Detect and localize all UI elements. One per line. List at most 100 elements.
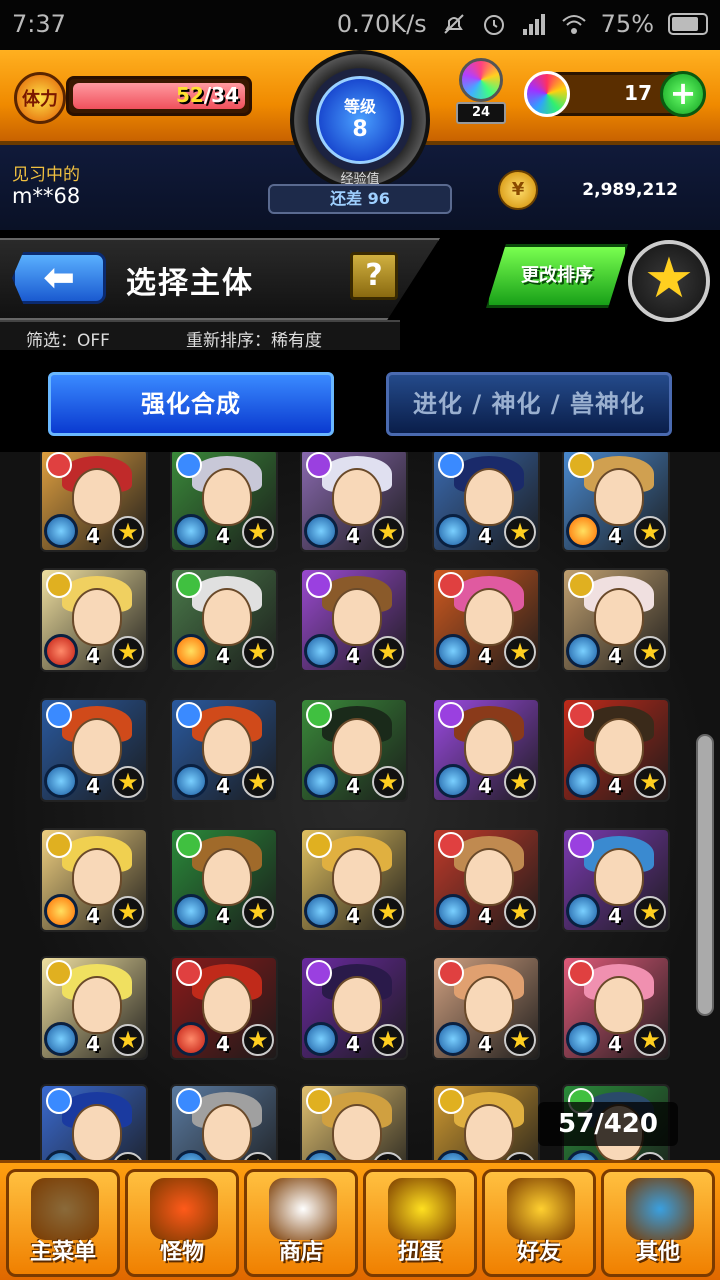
- rarity-number: 4: [86, 644, 100, 668]
- monster-card[interactable]: 4★: [300, 698, 408, 802]
- rarity-number: 4: [346, 1032, 360, 1056]
- rarity-number: 4: [478, 524, 492, 548]
- monster-card[interactable]: 4★: [300, 452, 408, 552]
- balloons-icon: [507, 1178, 575, 1240]
- monster-card[interactable]: 4★: [432, 452, 540, 552]
- stamina-text: 52/34: [69, 83, 239, 107]
- monster-card[interactable]: 4★: [562, 452, 670, 552]
- nav-item[interactable]: 好友: [482, 1169, 596, 1277]
- monster-card[interactable]: 4★: [432, 698, 540, 802]
- rarity-number: 4: [346, 524, 360, 548]
- rarity-number: 4: [478, 904, 492, 928]
- add-orb-button[interactable]: +: [660, 71, 706, 117]
- rarity-number: 4: [216, 524, 230, 548]
- monster-card[interactable]: 4★: [170, 828, 278, 932]
- monster-card[interactable]: 4★: [170, 956, 278, 1060]
- monster-face: [594, 468, 644, 526]
- monster-face: [464, 468, 514, 526]
- rarity-number: 4: [608, 774, 622, 798]
- monster-face: [332, 1104, 382, 1160]
- monster-face: [202, 468, 252, 526]
- element-icon: [46, 832, 72, 858]
- alarm-icon: [481, 11, 507, 37]
- star-icon: ★: [504, 896, 536, 928]
- status-bar: 7:37 0.70K/s 75%: [0, 0, 720, 50]
- sort-status[interactable]: 重新排序：稀有度: [186, 326, 322, 351]
- monster-card[interactable]: 4★: [432, 568, 540, 672]
- type-icon: [304, 894, 338, 928]
- element-icon: [306, 960, 332, 986]
- monster-face: [332, 468, 382, 526]
- monster-card[interactable]: 4★: [432, 1084, 540, 1160]
- change-sort-button[interactable]: 更改排序: [486, 244, 628, 308]
- rarity-number: 4: [216, 644, 230, 668]
- star-icon: ★: [112, 896, 144, 928]
- monster-face: [72, 1104, 122, 1160]
- nav-item[interactable]: 主菜单: [6, 1169, 120, 1277]
- star-icon: ★: [372, 636, 404, 668]
- status-time: 7:37: [12, 10, 66, 38]
- monster-face: [332, 588, 382, 646]
- scrollbar-thumb[interactable]: [696, 734, 714, 1016]
- nav-item[interactable]: 商店: [244, 1169, 358, 1277]
- element-icon: [438, 960, 464, 986]
- filter-bar: 筛选：OFF 重新排序：稀有度: [0, 320, 400, 351]
- monster-card[interactable]: 4★: [432, 956, 540, 1060]
- monster-card[interactable]: 4★: [40, 568, 148, 672]
- crystal-count: 24: [456, 102, 506, 124]
- favorite-button[interactable]: ★: [628, 240, 710, 322]
- monster-card[interactable]: 4★: [40, 452, 148, 552]
- question-icon: [626, 1178, 694, 1240]
- fusion-mode-button[interactable]: 强化合成: [48, 372, 334, 436]
- filter-toggle[interactable]: 筛选：OFF: [26, 326, 110, 351]
- rainbow-orb-icon: [269, 1178, 337, 1240]
- monster-card[interactable]: 4★: [562, 568, 670, 672]
- nav-label: 怪物: [159, 1240, 204, 1265]
- monster-face: [72, 976, 122, 1034]
- type-icon: [436, 514, 470, 548]
- type-icon: [174, 764, 208, 798]
- monster-card[interactable]: 4★: [170, 568, 278, 672]
- help-button[interactable]: ?: [350, 252, 398, 300]
- crystal-counter[interactable]: 24: [454, 58, 508, 126]
- monster-face: [202, 976, 252, 1034]
- monster-card[interactable]: 4★: [40, 698, 148, 802]
- monster-card[interactable]: 4★: [562, 828, 670, 932]
- nav-item[interactable]: 怪物: [125, 1169, 239, 1277]
- monster-card[interactable]: 4★: [170, 1084, 278, 1160]
- star-icon: ★: [242, 1024, 274, 1056]
- monster-card[interactable]: 4★: [562, 956, 670, 1060]
- monster-card[interactable]: 4★: [40, 956, 148, 1060]
- monster-card[interactable]: 4★: [40, 1084, 148, 1160]
- nav-item[interactable]: 其他: [601, 1169, 715, 1277]
- monster-face: [464, 848, 514, 906]
- monster-card[interactable]: 4★: [170, 452, 278, 552]
- evolve-mode-button[interactable]: 进化 / 神化 / 兽神化: [386, 372, 672, 436]
- nav-label: 主菜单: [29, 1240, 96, 1265]
- nav-label: 好友: [516, 1240, 561, 1265]
- rarity-number: 4: [346, 904, 360, 928]
- star-icon: ★: [634, 1024, 666, 1056]
- status-right: 0.70K/s 75%: [337, 10, 708, 38]
- monster-card[interactable]: 4★: [40, 828, 148, 932]
- element-icon: [306, 452, 332, 478]
- coin-icon: ¥: [498, 170, 538, 210]
- back-button[interactable]: ⬅: [12, 252, 106, 304]
- element-icon: [438, 452, 464, 478]
- monster-face: [202, 848, 252, 906]
- monster-card[interactable]: 4★: [562, 698, 670, 802]
- monster-grid[interactable]: 4 ★ 4 ★ 4 ★ 4 ★ 4 ★ 4 ★ 4 ★ 4 ★ 4 ★ 4 ★ 4 ★ 4 ★ 4 ★ 4 ★ 4 ★ 4 ★ 4 ★ 4 ★ 4 ★ 4 ★…: [0, 452, 720, 1160]
- element-icon: [46, 960, 72, 986]
- rarity-number: 4: [216, 904, 230, 928]
- monster-card[interactable]: 4★: [300, 568, 408, 672]
- nav-item[interactable]: 扭蛋: [363, 1169, 477, 1277]
- monster-card[interactable]: 4★: [432, 828, 540, 932]
- type-icon: [174, 514, 208, 548]
- type-icon: [44, 634, 78, 668]
- star-icon: ★: [634, 766, 666, 798]
- monster-card[interactable]: 4★: [300, 1084, 408, 1160]
- monster-card[interactable]: 4★: [300, 956, 408, 1060]
- type-icon: [436, 634, 470, 668]
- monster-card[interactable]: 4★: [170, 698, 278, 802]
- monster-card[interactable]: 4★: [300, 828, 408, 932]
